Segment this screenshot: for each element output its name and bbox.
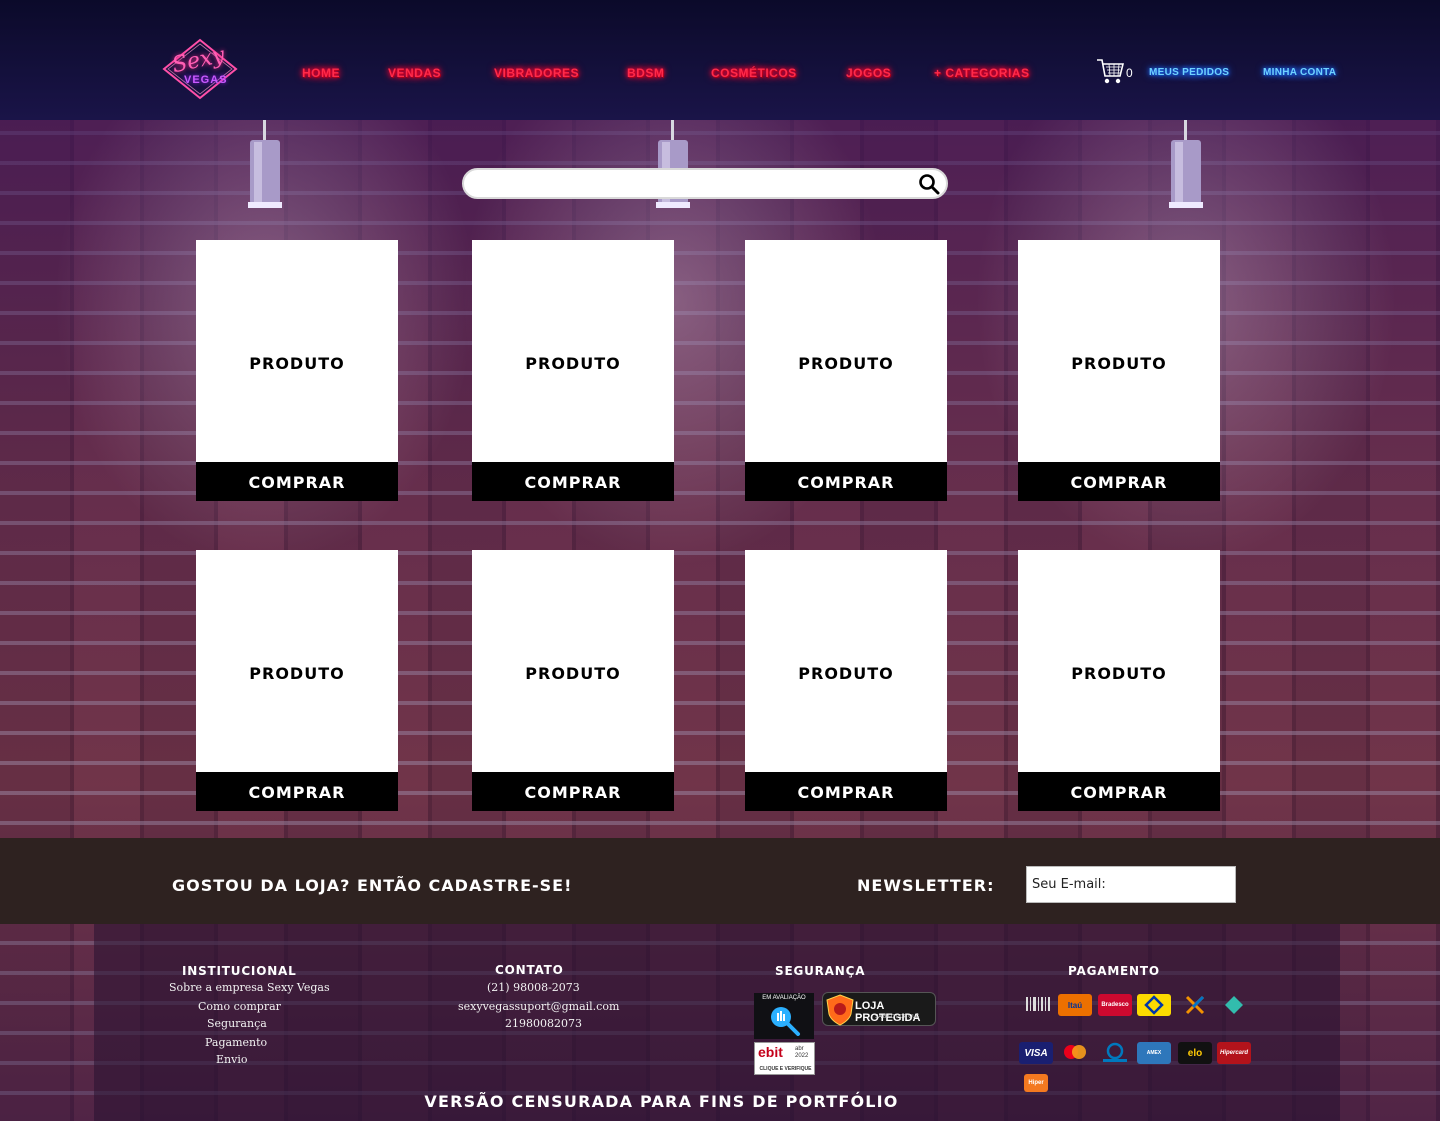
search-input[interactable] (478, 174, 908, 194)
nav-minha-conta[interactable]: MINHA CONTA (1259, 64, 1341, 82)
footer-link-como-comprar[interactable]: Como comprar (198, 1000, 281, 1013)
nav-vibradores[interactable]: VIBRADORES (488, 62, 586, 84)
protected-store-text: LOJA PROTEGIDA (855, 1000, 921, 1024)
nav-categorias[interactable]: + CATEGORIAS (928, 62, 1036, 84)
footer-link-envio[interactable]: Envio (216, 1053, 247, 1066)
itau-icon: Itaú (1058, 994, 1092, 1016)
buy-button[interactable]: COMPRAR (1018, 772, 1220, 811)
buy-button[interactable]: COMPRAR (196, 462, 398, 501)
visa-icon: VISA (1019, 1042, 1053, 1064)
buy-button[interactable]: COMPRAR (745, 462, 947, 501)
cart-icon[interactable] (1096, 56, 1125, 86)
product-card[interactable]: PRODUTO COMPRAR (1018, 550, 1220, 811)
product-label: PRODUTO (1071, 664, 1167, 683)
product-label: PRODUTO (249, 354, 345, 373)
product-label: PRODUTO (525, 354, 621, 373)
hiper-icon: Hiper (1024, 1074, 1048, 1092)
footer-contato-title: CONTATO (495, 963, 564, 977)
ceiling-lamp (242, 120, 288, 210)
elo-icon: elo (1178, 1042, 1212, 1064)
product-label: PRODUTO (1071, 354, 1167, 373)
site-header: Sexy VEGAS HOME VENDAS VIBRADORES BDSM C… (0, 0, 1440, 120)
banco-do-brasil-icon (1137, 994, 1171, 1016)
footer-pagamento-title: PAGAMENTO (1068, 964, 1160, 978)
footer-link-pagamento[interactable]: Pagamento (205, 1036, 267, 1049)
amex-label: AMEX (1146, 1050, 1162, 1056)
newsletter-cta: GOSTOU DA LOJA? ENTÃO CADASTRE-SE! (172, 876, 573, 895)
newsletter-email-input[interactable] (1026, 866, 1236, 903)
product-card[interactable]: PRODUTO COMPRAR (196, 240, 398, 501)
product-card[interactable]: PRODUTO COMPRAR (1018, 240, 1220, 501)
hiper-label: Hiper (1028, 1080, 1044, 1086)
review-badge[interactable]: EM AVALIAÇÃO (754, 993, 814, 1039)
protected-store-subtext: SAIBA O POR QUÊ (875, 1014, 920, 1020)
ebit-cta: CLIQUE E VERIFIQUE (759, 1066, 812, 1072)
product-label: PRODUTO (525, 664, 621, 683)
footer-whatsapp: 21980082073 (505, 1017, 582, 1030)
newsletter-label: NEWSLETTER: (857, 876, 995, 895)
product-label: PRODUTO (798, 354, 894, 373)
magnifier-icon (771, 1007, 800, 1036)
elo-label: elo (1187, 1047, 1203, 1059)
footer-seguranca-title: SEGURANÇA (775, 964, 866, 978)
nav-vendas[interactable]: VENDAS (382, 62, 448, 84)
product-label: PRODUTO (249, 664, 345, 683)
visa-label: VISA (1024, 1047, 1048, 1059)
diners-icon (1098, 1042, 1132, 1064)
itau-label: Itaú (1067, 1000, 1083, 1010)
newsletter-band: GOSTOU DA LOJA? ENTÃO CADASTRE-SE! NEWSL… (0, 838, 1440, 924)
footer-institucional-title: INSTITUCIONAL (182, 964, 297, 978)
product-label: PRODUTO (798, 664, 894, 683)
ceiling-lamp (1163, 120, 1209, 210)
hipercard-label: Hipercard (1219, 1050, 1248, 1056)
footer-email[interactable]: sexyvegassuport@gmail.com (458, 1000, 619, 1013)
ebit-logo: ebit (758, 1044, 783, 1060)
product-card[interactable]: PRODUTO COMPRAR (472, 240, 674, 501)
pix-x-icon (1178, 994, 1212, 1016)
buy-button[interactable]: COMPRAR (1018, 462, 1220, 501)
search-bar (462, 168, 948, 199)
footer-link-sobre[interactable]: Sobre a empresa Sexy Vegas (169, 981, 330, 994)
buy-button[interactable]: COMPRAR (745, 772, 947, 811)
product-card[interactable]: PRODUTO COMPRAR (196, 550, 398, 811)
hipercard-icon: Hipercard (1217, 1042, 1251, 1064)
bradesco-icon: Bradesco (1098, 994, 1132, 1016)
ebit-badge[interactable]: ebit abr 2022 CLIQUE E VERIFIQUE (754, 1042, 815, 1075)
buy-button[interactable]: COMPRAR (472, 462, 674, 501)
pix-icon (1217, 994, 1251, 1016)
nav-cosmeticos[interactable]: COSMÉTICOS (705, 62, 803, 84)
ebit-date: abr 2022 (795, 1046, 809, 1059)
mastercard-icon (1058, 1042, 1092, 1064)
product-card[interactable]: PRODUTO COMPRAR (745, 240, 947, 501)
amex-icon: AMEX (1137, 1042, 1171, 1064)
nav-meus-pedidos[interactable]: MEUS PEDIDOS (1145, 64, 1234, 82)
product-card[interactable]: PRODUTO COMPRAR (745, 550, 947, 811)
product-card[interactable]: PRODUTO COMPRAR (472, 550, 674, 811)
review-badge-text: EM AVALIAÇÃO (762, 995, 806, 1001)
boleto-icon (1021, 994, 1055, 1016)
nav-bdsm[interactable]: BDSM (621, 62, 671, 84)
buy-button[interactable]: COMPRAR (196, 772, 398, 811)
buy-button[interactable]: COMPRAR (472, 772, 674, 811)
nav-home[interactable]: HOME (296, 62, 346, 84)
footer-phone: (21) 98008-2073 (487, 981, 580, 994)
cart-count: 0 (1126, 66, 1133, 80)
shield-icon (826, 994, 854, 1026)
bradesco-label: Bradesco (1101, 1002, 1129, 1008)
nav-jogos[interactable]: JOGOS (840, 62, 898, 84)
footer-link-seguranca[interactable]: Segurança (207, 1017, 267, 1030)
protected-store-badge[interactable]: LOJA PROTEGIDA SAIBA O POR QUÊ (822, 992, 936, 1026)
search-icon[interactable] (918, 173, 940, 195)
portfolio-note: VERSÃO CENSURADA PARA FINS DE PORTFÓLIO (424, 1092, 899, 1111)
